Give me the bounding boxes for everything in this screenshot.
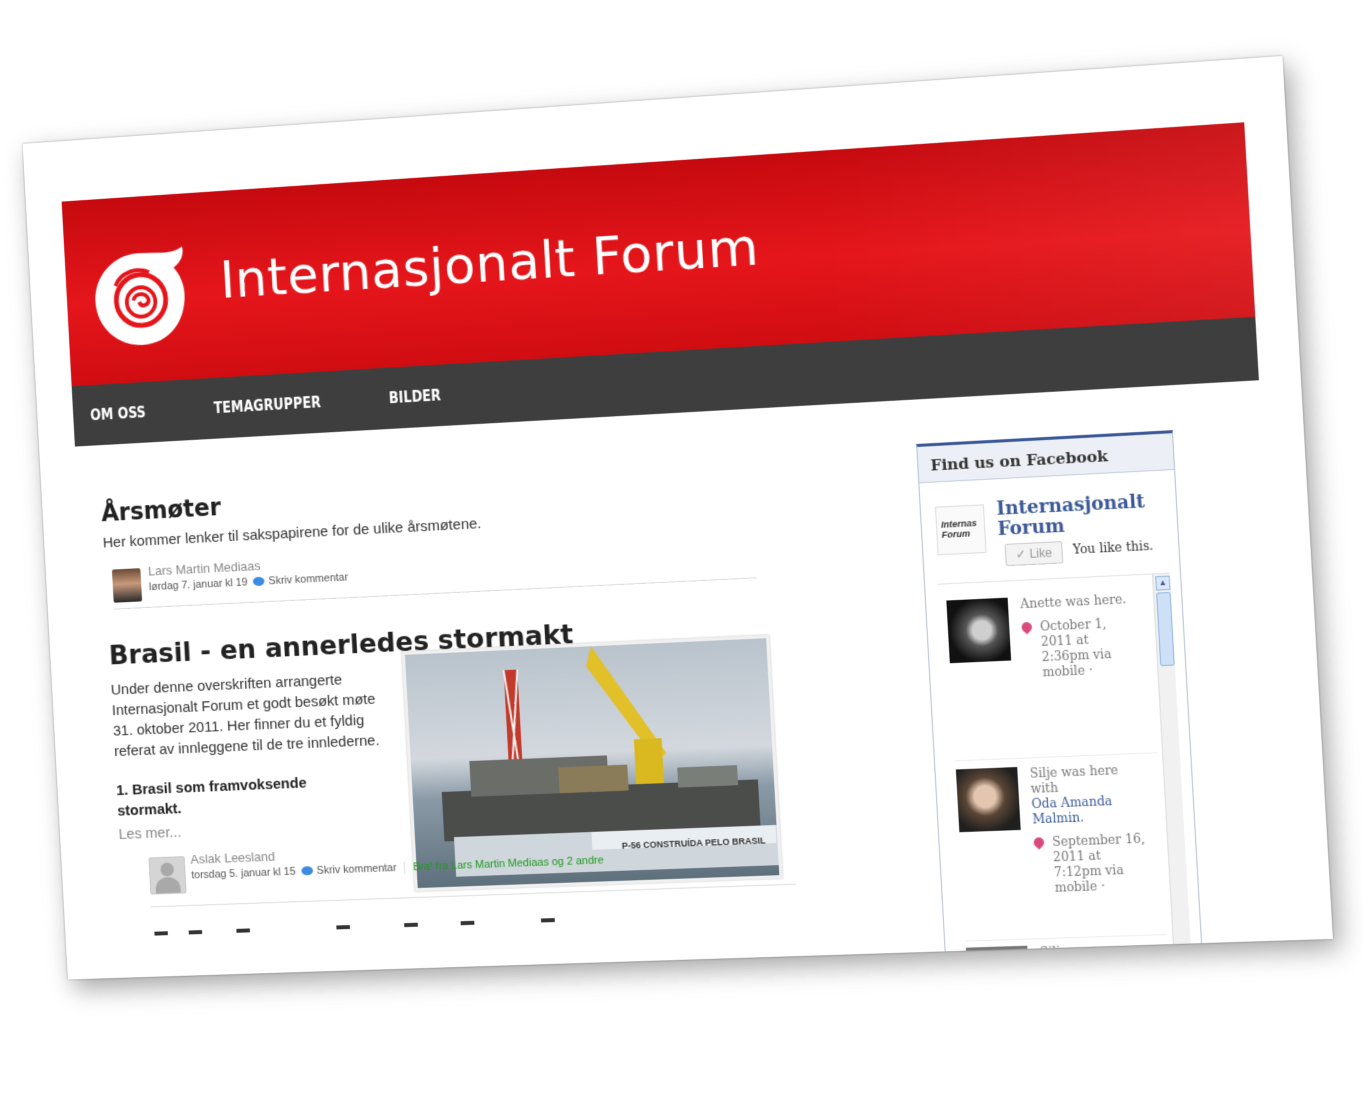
oil-platform-illustration bbox=[405, 638, 779, 888]
feed-text: Anette was here. bbox=[1020, 592, 1134, 613]
location-pin-icon bbox=[1032, 835, 1047, 849]
facebook-page-logo[interactable]: Internas Forum bbox=[935, 504, 987, 555]
avatar[interactable] bbox=[112, 568, 142, 603]
read-more-link[interactable]: Les mer... bbox=[118, 824, 181, 843]
avatar-placeholder[interactable] bbox=[148, 856, 186, 894]
post-author[interactable]: Aslak Leesland bbox=[190, 849, 275, 867]
scroll-up-icon[interactable]: ▲ bbox=[1155, 576, 1170, 591]
next-post-title bbox=[154, 912, 561, 938]
comment-icon bbox=[301, 866, 313, 875]
post-body: Under denne overskriften arrangerte Inte… bbox=[110, 667, 400, 762]
comment-link[interactable]: Skriv kommentar bbox=[316, 862, 396, 877]
browser-page: Internasjonalt Forum OM OSS TEMAGRUPPER … bbox=[23, 56, 1333, 980]
post-title[interactable]: Årsmøter bbox=[101, 493, 222, 527]
post-subheading: 1. Brasil som framvoksende stormakt. bbox=[116, 770, 367, 821]
site-title[interactable]: Internasjonalt Forum bbox=[219, 217, 761, 310]
feed-text: Silje was here with bbox=[1029, 762, 1144, 797]
post-date: torsdag 5. januar kl 15 bbox=[191, 866, 296, 882]
nav-item-om-oss[interactable]: OM OSS bbox=[90, 403, 146, 424]
facebook-heading: Find us on Facebook bbox=[917, 433, 1174, 483]
facebook-page-name[interactable]: Internasjonalt Forum bbox=[996, 491, 1163, 540]
feed-photo[interactable] bbox=[966, 946, 1029, 970]
location-pin-icon bbox=[1019, 620, 1034, 634]
feed-item: Silje was here with Oda Amanda Malmin. S… bbox=[955, 752, 1167, 941]
facebook-you-like: You like this. bbox=[1072, 539, 1153, 557]
feed-tagged-name[interactable]: Oda Amanda Malmin. bbox=[1031, 793, 1146, 828]
facebook-feed[interactable]: ▲ Anette was here. October 1, 2011 at 2:… bbox=[937, 573, 1191, 970]
oil-platform-image[interactable]: P-56 CONSTRUÍDA PELO BRASIL bbox=[402, 635, 783, 891]
scroll-thumb[interactable] bbox=[1156, 592, 1175, 666]
feed-item: Silje was bbox=[965, 934, 1169, 969]
feed-photo[interactable] bbox=[946, 598, 1011, 664]
facebook-widget: Find us on Facebook Internas Forum Inter… bbox=[916, 430, 1203, 974]
feed-time: October 1, 2011 at 2:36pm via mobile · bbox=[1040, 616, 1112, 679]
nav-item-temagrupper[interactable]: TEMAGRUPPER bbox=[213, 393, 321, 417]
post-date: lørdag 7. januar kl 19 bbox=[149, 577, 248, 594]
facebook-like-button[interactable]: ✓ Like bbox=[1005, 541, 1064, 566]
comment-icon bbox=[253, 577, 265, 586]
post-author[interactable]: Lars Martin Mediaas bbox=[148, 558, 261, 578]
comment-link[interactable]: Skriv kommentar bbox=[268, 572, 348, 588]
feed-item: Anette was here. October 1, 2011 at 2:36… bbox=[946, 591, 1156, 752]
like-label: Like bbox=[1029, 546, 1052, 561]
feed-photo[interactable] bbox=[956, 767, 1021, 832]
rose-logo-icon[interactable] bbox=[85, 242, 195, 356]
nav-item-bilder[interactable]: BILDER bbox=[388, 386, 441, 407]
feed-text: Silje was bbox=[1040, 942, 1154, 961]
feed-time: September 16, 2011 at 7:12pm via mobile … bbox=[1052, 831, 1145, 894]
